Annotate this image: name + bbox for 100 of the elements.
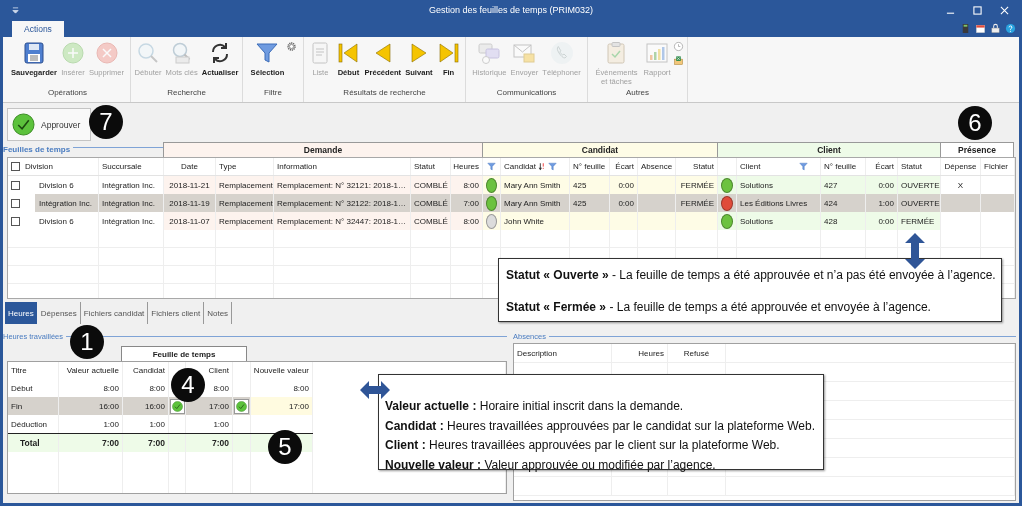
table-row[interactable]: Intégration Inc. Intégration Inc. 2018-11-19 Remplacement Remplacement: N° 32122: 2018-1… COMBLÉ 7:00 Mary Ann Smith 425 0:00 FERMÉE Les Éditions Livres 424 1:00 OUVERTE bbox=[8, 194, 1015, 212]
table-cell: OUVERTE bbox=[901, 198, 940, 208]
table-cell: 8:00 bbox=[463, 216, 479, 226]
table-cell: 424 bbox=[824, 198, 838, 208]
chat-bubbles-icon bbox=[477, 41, 502, 65]
column-header[interactable]: Heures bbox=[453, 162, 479, 171]
table-cell: OUVERTE bbox=[901, 180, 940, 190]
table-cell: Mary Ann Smith bbox=[504, 180, 561, 190]
column-header[interactable]: Client bbox=[740, 162, 761, 171]
table-cell: 16:00 bbox=[144, 401, 165, 411]
filter-icon bbox=[255, 41, 280, 65]
column-header[interactable]: Statut bbox=[901, 162, 922, 171]
filter-icon[interactable] bbox=[799, 162, 808, 171]
column-header[interactable]: N° feuille bbox=[573, 162, 606, 171]
column-header[interactable]: N° feuille bbox=[824, 162, 857, 171]
column-header[interactable]: Candidat bbox=[504, 162, 537, 171]
table-cell: Total bbox=[20, 438, 40, 448]
table-cell: Solutions bbox=[740, 180, 773, 190]
table-row[interactable]: Fin 16:00 16:00 17:00 17:00 bbox=[8, 397, 313, 415]
group-label: Opérations bbox=[47, 88, 88, 99]
column-header[interactable]: Division bbox=[25, 162, 53, 171]
table-cell: 425 bbox=[573, 198, 587, 208]
column-header: Client bbox=[208, 366, 229, 375]
table-cell: COMBLÉ bbox=[414, 198, 448, 208]
checkbox[interactable] bbox=[11, 180, 20, 190]
plus-circle-icon bbox=[61, 41, 85, 65]
table-cell: 8:00 bbox=[103, 383, 119, 393]
table-cell: Début bbox=[11, 383, 33, 393]
table-cell: Solutions bbox=[740, 216, 773, 226]
callout-text: Statut « Fermée » - La feuille de temps a été approuvée et envoyée à l’agence. bbox=[506, 299, 932, 315]
column-header: Refusé bbox=[683, 348, 710, 358]
callout-text: Valeur actuelle : Horaire initial inscrit dans la demande. bbox=[385, 398, 685, 415]
callout-text: Candidat : Heures travaillées approuvées par le candidat sur la plateforme Web. bbox=[385, 417, 816, 435]
column-header[interactable]: Écart bbox=[615, 162, 634, 171]
filter-icon[interactable] bbox=[487, 162, 496, 171]
table-cell: Remplacement bbox=[219, 216, 273, 226]
help-icon[interactable] bbox=[1005, 23, 1016, 34]
table-cell: Mary Ann Smith bbox=[504, 198, 561, 208]
close-icon[interactable] bbox=[1000, 5, 1009, 15]
column-header: Valeur actuelle bbox=[66, 366, 119, 375]
column-header: Description bbox=[517, 348, 557, 358]
column-header[interactable]: Succursale bbox=[102, 162, 142, 171]
tab[interactable]: Notes bbox=[204, 302, 233, 324]
column-header[interactable]: Écart bbox=[875, 162, 894, 171]
approved-checkbox[interactable] bbox=[234, 398, 249, 414]
checkbox[interactable] bbox=[11, 216, 20, 226]
maximize-icon[interactable] bbox=[973, 5, 982, 15]
approved-checkbox[interactable] bbox=[169, 398, 185, 414]
quick-access-icon[interactable] bbox=[12, 6, 19, 14]
ribbon-tab[interactable]: Actions bbox=[12, 21, 64, 37]
settings-icon[interactable] bbox=[286, 41, 298, 52]
table-row[interactable]: Division 6 Intégration Inc. 2018-11-07 Remplacement Remplacement: N° 32447: 2018-1… COMBLÉ 8:00 John White Solutions 428 0:00 FERMÉE bbox=[8, 212, 1015, 230]
table-cell: 1:00 bbox=[878, 198, 894, 208]
table-cell: 1:00 bbox=[149, 419, 165, 429]
table-cell: 425 bbox=[573, 180, 587, 190]
table-cell: 17:00 bbox=[208, 401, 229, 411]
group-label: Résultats de recherche bbox=[343, 88, 426, 99]
lock-icon[interactable] bbox=[990, 23, 1001, 34]
skip-last-icon bbox=[436, 41, 461, 65]
checkbox[interactable] bbox=[11, 198, 20, 208]
checkbox[interactable] bbox=[11, 162, 20, 171]
table-cell: 427 bbox=[824, 180, 838, 190]
sort-icon[interactable] bbox=[537, 162, 547, 172]
tab[interactable]: Heures bbox=[5, 302, 37, 324]
column-group-header: Demande bbox=[163, 142, 482, 157]
table-cell: 7:00 bbox=[463, 198, 479, 208]
spreadsheet-icon[interactable] bbox=[672, 55, 684, 66]
envelope-icon bbox=[512, 41, 537, 65]
phone-icon bbox=[549, 41, 574, 65]
table-cell: 16:00 bbox=[98, 401, 119, 411]
calendar-icon[interactable] bbox=[975, 23, 986, 34]
x-circle-icon bbox=[94, 41, 119, 65]
tab[interactable]: Fichiers client bbox=[148, 302, 205, 324]
table-cell: 428 bbox=[824, 216, 838, 226]
tab[interactable]: Dépenses bbox=[37, 302, 81, 324]
table-cell: X bbox=[957, 180, 964, 190]
column-header[interactable]: Statut bbox=[693, 162, 714, 171]
table-row[interactable]: Déduction 1:00 1:00 1:00 bbox=[8, 415, 313, 433]
column-header[interactable]: Absence bbox=[641, 162, 673, 171]
table-cell: 8:00 bbox=[149, 383, 165, 393]
column-header[interactable]: Dépense bbox=[944, 162, 977, 171]
column-header[interactable]: Fichier bbox=[984, 162, 1008, 171]
table-cell: Division 6 bbox=[39, 180, 74, 190]
table-cell: Fin bbox=[11, 401, 23, 411]
table-cell: 2018-11-19 bbox=[169, 198, 210, 208]
column-header: Heures bbox=[638, 348, 664, 358]
tab[interactable]: Fichiers candidat bbox=[80, 302, 149, 324]
approve-button[interactable]: Approuver bbox=[7, 108, 91, 141]
calculator-icon[interactable] bbox=[960, 23, 971, 34]
column-header[interactable]: Type bbox=[219, 162, 237, 171]
table-cell: Intégration Inc. bbox=[102, 180, 155, 190]
column-header[interactable]: Statut bbox=[414, 162, 435, 171]
table-cell: Remplacement bbox=[219, 180, 273, 190]
table-row[interactable]: Division 6 Intégration Inc. 2018-11-21 Remplacement Remplacement: N° 32121: 2018-1… COMBLÉ 8:00 Mary Ann Smith 425 0:00 FERMÉE Solutions 427 0:00 OUVERTE X bbox=[8, 176, 1015, 194]
table-cell: 0:00 bbox=[618, 198, 634, 208]
callout-text: Statut « Ouverte » - La feuille de temps a été approuvée et n’a pas été envoyée à l’agence. bbox=[506, 267, 994, 283]
check-circle-icon bbox=[12, 113, 35, 136]
table-cell: 0:00 bbox=[878, 180, 894, 190]
column-header[interactable]: Date bbox=[181, 162, 198, 171]
column-header[interactable]: Information bbox=[277, 162, 318, 171]
